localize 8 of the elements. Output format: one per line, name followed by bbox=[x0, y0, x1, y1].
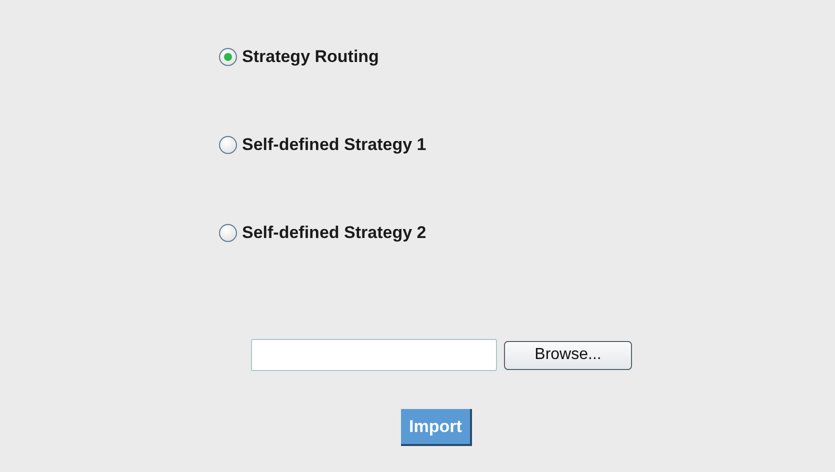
radio-button[interactable] bbox=[219, 224, 237, 242]
radio-label[interactable]: Strategy Routing bbox=[242, 44, 379, 70]
radio-label[interactable]: Self-defined Strategy 2 bbox=[242, 220, 426, 246]
browse-button[interactable]: Browse... bbox=[504, 340, 632, 370]
radio-label[interactable]: Self-defined Strategy 1 bbox=[242, 132, 426, 158]
radio-button[interactable] bbox=[219, 136, 237, 154]
file-path-field[interactable] bbox=[251, 339, 497, 371]
radio-button[interactable] bbox=[219, 48, 237, 66]
